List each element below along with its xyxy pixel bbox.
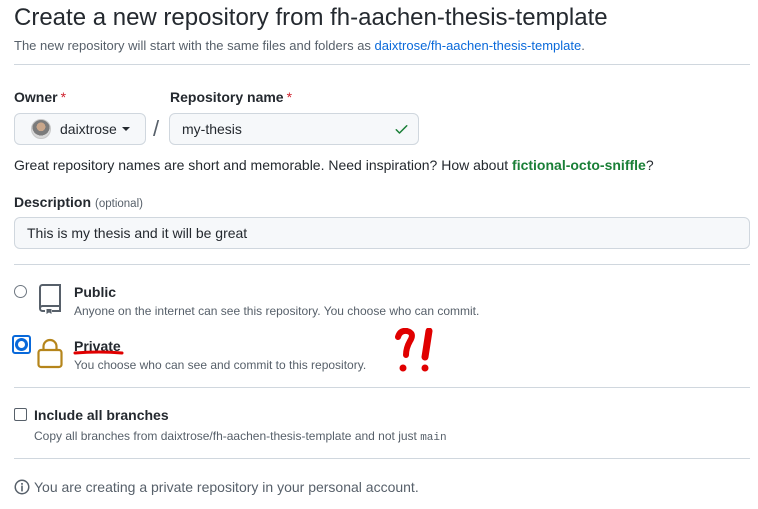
header-divider — [14, 64, 750, 65]
include-all-branches-label[interactable]: Include all branches — [34, 407, 169, 423]
public-option-title[interactable]: Public — [74, 284, 116, 300]
owner-repo-separator: / — [153, 116, 160, 141]
subtitle-suffix: . — [581, 38, 585, 53]
repository-name-required-mark: * — [286, 89, 293, 105]
private-repo-info: You are creating a private repository in… — [14, 479, 419, 495]
template-link[interactable]: daixtrose/fh-aachen-thesis-template — [375, 38, 582, 53]
page-title: Create a new repository from fh-aachen-t… — [14, 4, 608, 31]
owner-value: daixtrose — [60, 121, 117, 137]
owner-label: Owner * — [14, 89, 67, 105]
include-all-branches-checkbox[interactable] — [14, 408, 27, 421]
public-option-description: Anyone on the internet can see this repo… — [74, 304, 480, 318]
description-divider — [14, 264, 750, 265]
visibility-divider — [14, 387, 750, 388]
repo-book-icon — [39, 284, 61, 314]
page-subtitle: The new repository will start with the s… — [14, 38, 585, 53]
description-optional-note: (optional) — [95, 198, 143, 210]
avatar — [31, 119, 51, 139]
branch-name: main — [420, 432, 447, 444]
name-suggestion-link[interactable]: fictional-octo-sniffle — [512, 157, 646, 173]
owner-required-mark: * — [60, 89, 67, 105]
repository-name-hint: Great repository names are short and mem… — [14, 157, 654, 173]
subtitle-text: The new repository will start with the s… — [14, 38, 375, 53]
include-all-branches-description: Copy all branches from daixtrose/fh-aach… — [34, 429, 447, 444]
private-underline-annotation — [73, 350, 124, 355]
repository-name-input[interactable] — [169, 113, 419, 145]
branches-divider — [14, 458, 750, 459]
repository-name-label: Repository name * — [170, 89, 293, 105]
info-text: You are creating a private repository in… — [34, 479, 419, 495]
info-icon — [14, 479, 30, 495]
public-radio[interactable] — [14, 285, 27, 298]
question-exclamation-annotation — [395, 328, 433, 372]
description-input[interactable] — [14, 217, 750, 249]
private-option-description: You choose who can see and commit to thi… — [74, 358, 367, 372]
lock-icon — [37, 338, 63, 369]
description-label: Description (optional) — [14, 194, 143, 210]
private-radio[interactable] — [12, 335, 31, 354]
caret-down-icon — [121, 127, 130, 131]
owner-dropdown-button[interactable]: daixtrose — [14, 113, 146, 145]
check-icon — [395, 125, 408, 134]
